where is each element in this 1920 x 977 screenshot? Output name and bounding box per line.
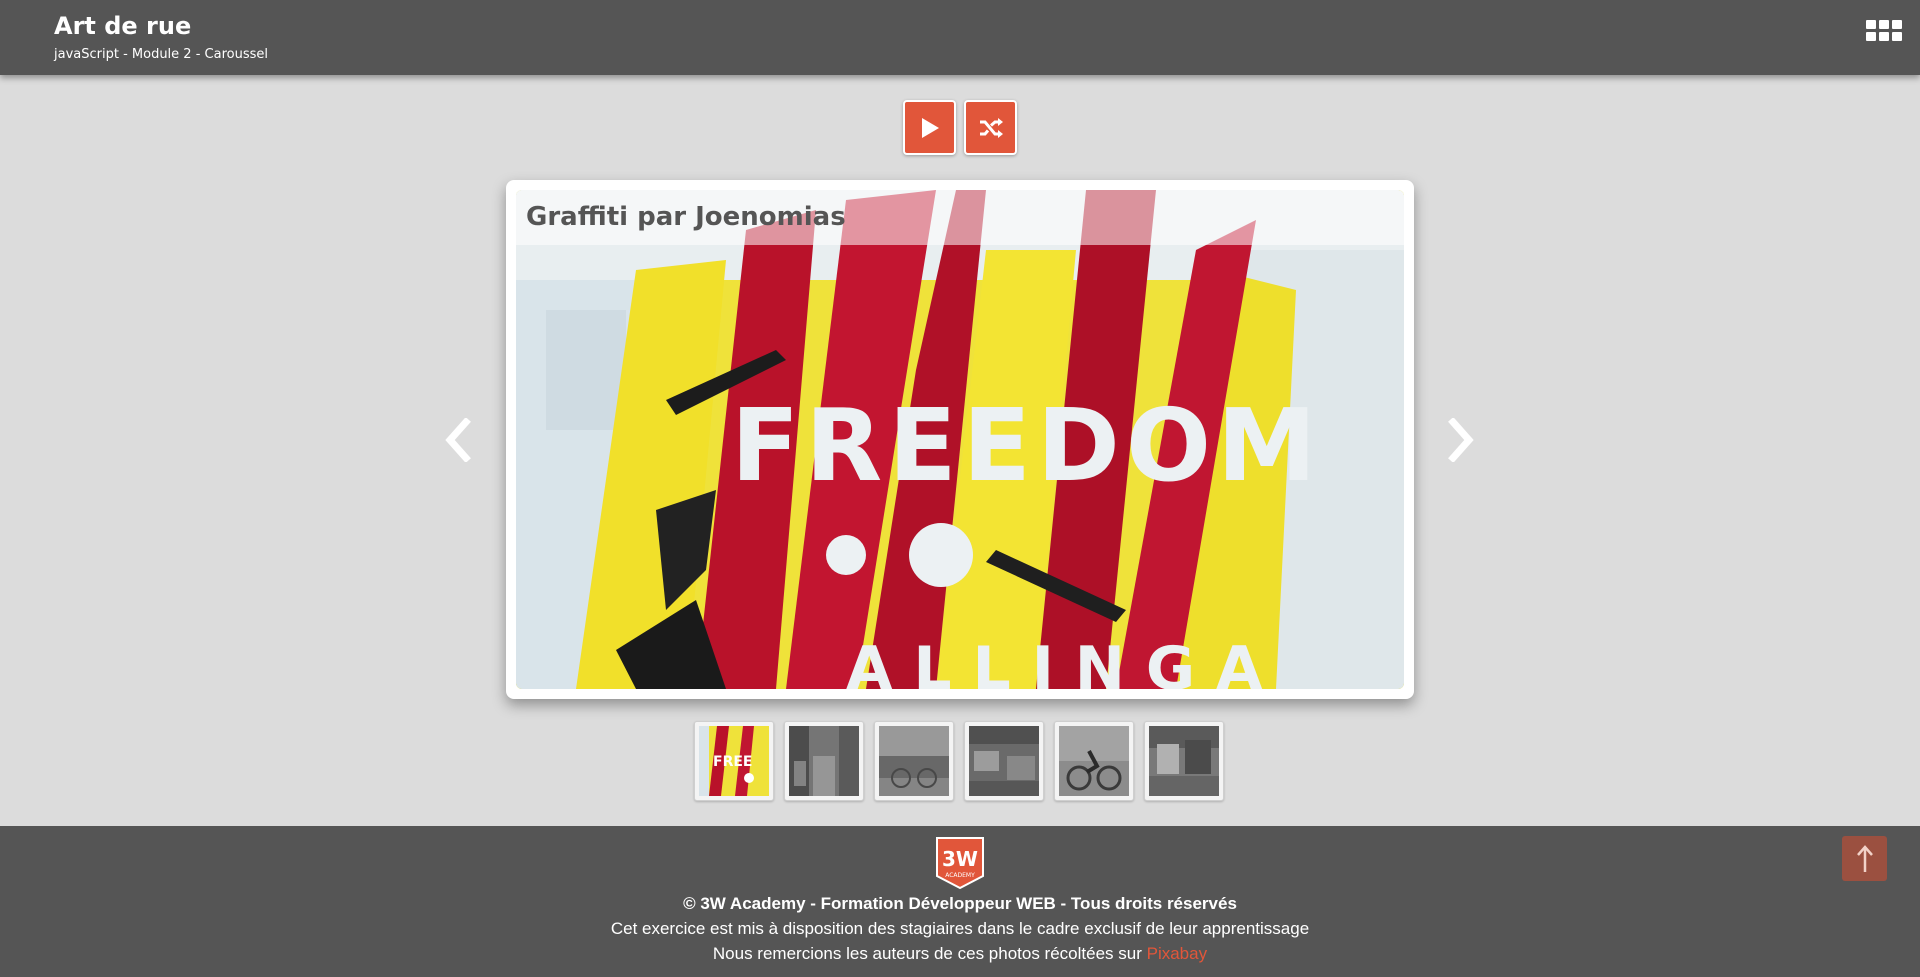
3w-academy-logo: 3W ACADEMY [936, 837, 984, 890]
thumbnail-image [789, 726, 859, 796]
footer-notice: Cet exercice est mis à disposition des s… [610, 919, 1310, 938]
slide-caption: Graffiti par Joenomias [526, 202, 846, 232]
grid-menu-icon[interactable] [1866, 20, 1902, 42]
shuffle-icon [979, 117, 1003, 138]
svg-text:FREE: FREE [713, 754, 752, 770]
arrow-up-icon [1856, 844, 1873, 872]
thumbnail-1[interactable]: FREE [694, 721, 774, 801]
page-subtitle: javaScript - Module 2 - Caroussel [54, 47, 268, 62]
thumbnail-3[interactable] [874, 721, 954, 801]
thumbnail-image [1059, 726, 1129, 796]
pixabay-link[interactable]: Pixabay [1147, 944, 1207, 963]
carousel-slide-frame: FREEDOM A L L I N G A Graffiti par Joeno… [506, 180, 1414, 699]
thumbnail-4[interactable] [964, 721, 1044, 801]
chevron-left-icon [445, 418, 471, 462]
thumbnail-image [879, 726, 949, 796]
footer-copyright: © 3W Academy - Formation Développeur WEB… [683, 894, 1237, 913]
shuffle-button[interactable] [964, 100, 1017, 155]
play-icon [921, 117, 939, 138]
back-to-top-button[interactable] [1842, 836, 1887, 881]
svg-text:3W: 3W [942, 847, 978, 871]
thumbnail-image: FREE [699, 726, 769, 796]
svg-text:ACADEMY: ACADEMY [945, 872, 975, 879]
thumbnail-6[interactable] [1144, 721, 1224, 801]
graffiti-image: FREEDOM A L L I N G A [516, 190, 1404, 689]
slide-caption-bar: Graffiti par Joenomias [516, 190, 1404, 245]
next-slide-button[interactable] [1442, 412, 1482, 468]
play-button[interactable] [903, 100, 956, 155]
slide-graffiti-text: FREEDOM [731, 387, 1322, 504]
carousel-toolbar [903, 100, 1017, 155]
page-title: Art de rue [54, 12, 192, 40]
thumbnail-image [1149, 726, 1219, 796]
footer-credits-text: Nous remercions les auteurs de ces photo… [712, 944, 1147, 963]
footer-credits: Nous remercions les auteurs de ces photo… [0, 944, 1920, 964]
header: Art de rue javaScript - Module 2 - Carou… [0, 0, 1920, 75]
svg-text:A L L I N G A: A L L I N G A [846, 634, 1263, 689]
thumbnail-2[interactable] [784, 721, 864, 801]
chevron-right-icon [1448, 418, 1474, 462]
thumbnail-strip: FREE [694, 721, 1224, 801]
footer: 3W ACADEMY © 3W Academy - Formation Déve… [0, 826, 1920, 977]
carousel-slide: FREEDOM A L L I N G A Graffiti par Joeno… [516, 190, 1404, 689]
prev-slide-button[interactable] [437, 412, 477, 468]
thumbnail-5[interactable] [1054, 721, 1134, 801]
thumbnail-image [969, 726, 1039, 796]
